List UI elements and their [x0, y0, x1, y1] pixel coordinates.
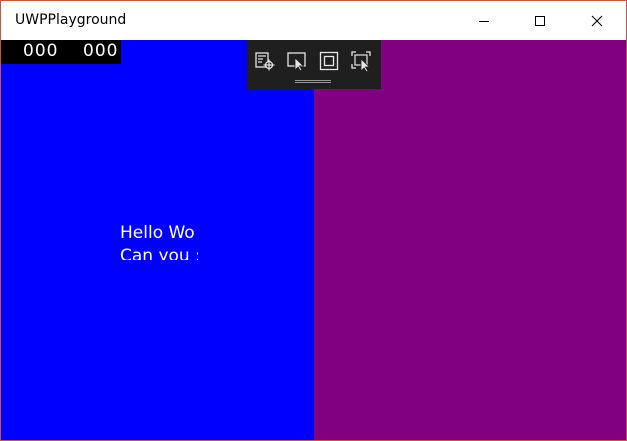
minimize-icon	[479, 20, 489, 22]
app-window: UWPPlayground Hello Wo Can you : 000 000	[0, 0, 627, 441]
maximize-button[interactable]	[512, 1, 568, 40]
display-layout-adorners-icon	[319, 51, 339, 71]
title-bar[interactable]: UWPPlayground	[1, 1, 626, 40]
left-pane: Hello Wo Can you :	[1, 40, 314, 440]
live-visual-tree-icon	[255, 52, 275, 71]
window-title: UWPPlayground	[15, 12, 127, 28]
display-layout-adorners-button[interactable]	[317, 49, 341, 73]
select-element-icon	[287, 52, 306, 72]
debug-toolbar	[247, 40, 381, 89]
right-pane	[314, 40, 626, 440]
clipped-text-block: Hello Wo Can you :	[120, 222, 198, 260]
frame-rate-counter: 000 000	[1, 40, 121, 64]
close-button[interactable]	[569, 1, 625, 40]
text-line-1: Hello Wo	[120, 223, 195, 243]
toolbar-drag-handle[interactable]	[295, 80, 331, 84]
select-element-button[interactable]	[285, 49, 309, 73]
track-focused-element-button[interactable]	[349, 49, 373, 73]
frame-counter-value-2: 000	[83, 41, 119, 61]
maximize-icon	[535, 15, 545, 26]
text-line-2: Can you :	[120, 246, 198, 260]
close-icon	[591, 15, 603, 26]
track-focused-element-icon	[351, 51, 371, 72]
content-area: Hello Wo Can you : 000 000	[1, 40, 626, 440]
live-visual-tree-button[interactable]	[253, 49, 277, 73]
frame-counter-value-1: 000	[23, 41, 59, 61]
minimize-button[interactable]	[456, 1, 512, 40]
